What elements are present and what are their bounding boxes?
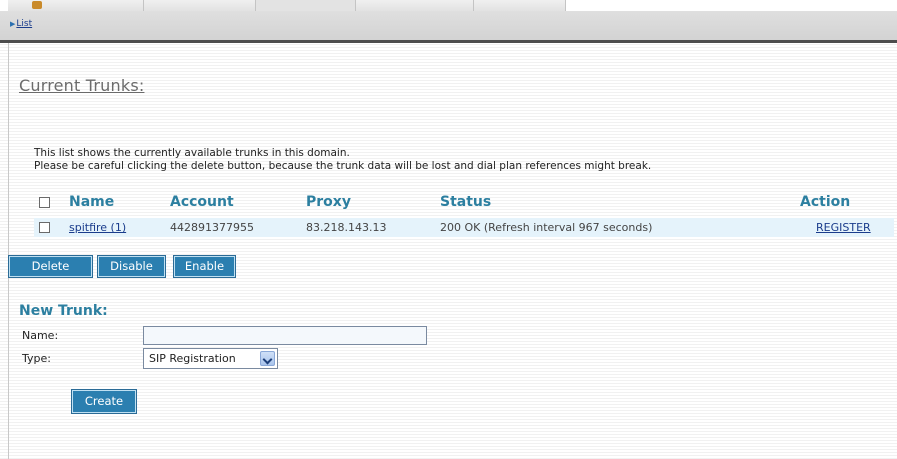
list-link[interactable]: ▶List — [10, 19, 32, 29]
disable-button[interactable]: Disable — [98, 256, 165, 277]
column-header-name: Name — [69, 194, 115, 210]
new-trunk-title: New Trunk: — [19, 303, 108, 319]
column-header-proxy: Proxy — [306, 194, 351, 210]
section-title: Current Trunks: — [19, 76, 145, 95]
tab-icon — [32, 1, 42, 9]
type-select[interactable]: SIP Registration — [143, 348, 278, 369]
enable-button[interactable]: Enable — [174, 256, 235, 277]
name-input[interactable] — [143, 326, 427, 345]
info-text-line-1: This list shows the currently available … — [34, 147, 350, 159]
trunk-name-link[interactable]: spitfire (1) — [69, 221, 126, 234]
page: ▶List Current Trunks: This list shows th… — [0, 0, 897, 459]
trunk-proxy: 83.218.143.13 — [306, 221, 387, 234]
trunk-status: 200 OK (Refresh interval 967 seconds) — [440, 221, 653, 234]
row-checkbox[interactable] — [39, 222, 50, 233]
top-tab-strip — [0, 0, 897, 11]
name-label: Name: — [22, 329, 59, 342]
type-label: Type: — [22, 352, 51, 365]
select-all-checkbox[interactable] — [39, 197, 50, 208]
tab-2[interactable] — [144, 0, 256, 11]
create-button[interactable]: Create — [72, 390, 136, 413]
chevron-down-icon[interactable] — [260, 351, 275, 366]
delete-button[interactable]: Delete — [9, 256, 92, 277]
column-header-action: Action — [800, 194, 851, 210]
list-link-label: List — [16, 19, 33, 29]
tab-1[interactable] — [8, 0, 144, 11]
trunk-account: 442891377955 — [170, 221, 254, 234]
breadcrumb-bar: ▶List — [0, 11, 897, 43]
table-row: spitfire (1) 442891377955 83.218.143.13 … — [34, 218, 894, 237]
content-panel — [8, 43, 897, 459]
info-text-line-2: Please be careful clicking the delete bu… — [34, 160, 652, 172]
tab-4[interactable] — [356, 0, 474, 11]
tab-5[interactable] — [474, 0, 566, 11]
column-header-account: Account — [170, 194, 234, 210]
tab-3[interactable] — [256, 0, 356, 11]
column-header-status: Status — [440, 194, 492, 210]
arrow-right-icon: ▶ — [10, 20, 16, 28]
register-link[interactable]: REGISTER — [816, 221, 871, 234]
type-select-value: SIP Registration — [149, 352, 236, 365]
